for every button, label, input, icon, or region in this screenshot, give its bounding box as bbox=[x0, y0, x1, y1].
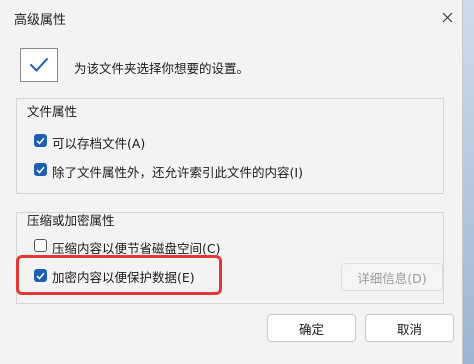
header-description: 为该文件夹选择你想要的设置。 bbox=[74, 61, 250, 76]
index-checkbox[interactable] bbox=[34, 163, 47, 176]
advanced-attributes-dialog: 高级属性 为该文件夹选择你想要的设置。 文件属性 可以存档文件(A) 除了文件属… bbox=[0, 0, 463, 364]
title-bar: 高级属性 bbox=[0, 0, 462, 34]
details-button[interactable]: 详细信息(D) bbox=[341, 263, 443, 291]
desktop-background bbox=[463, 0, 474, 364]
cancel-button[interactable]: 取消 bbox=[365, 314, 454, 342]
close-icon bbox=[442, 12, 452, 22]
window-title: 高级属性 bbox=[14, 13, 67, 28]
compress-checkbox[interactable] bbox=[34, 239, 47, 252]
archive-label[interactable]: 可以存档文件(A) bbox=[52, 133, 145, 152]
compress-encrypt-title: 压缩或加密属性 bbox=[27, 213, 115, 228]
close-button[interactable] bbox=[436, 6, 458, 28]
checkmark-icon bbox=[20, 48, 58, 82]
encrypt-checkbox[interactable] bbox=[34, 269, 47, 282]
encrypt-label[interactable]: 加密内容以便保护数据(E) bbox=[52, 267, 195, 286]
archive-checkbox[interactable] bbox=[34, 134, 47, 147]
ok-button[interactable]: 确定 bbox=[267, 314, 356, 342]
file-attributes-title: 文件属性 bbox=[27, 104, 78, 119]
index-label[interactable]: 除了文件属性外，还允许索引此文件的内容(I) bbox=[52, 162, 303, 181]
